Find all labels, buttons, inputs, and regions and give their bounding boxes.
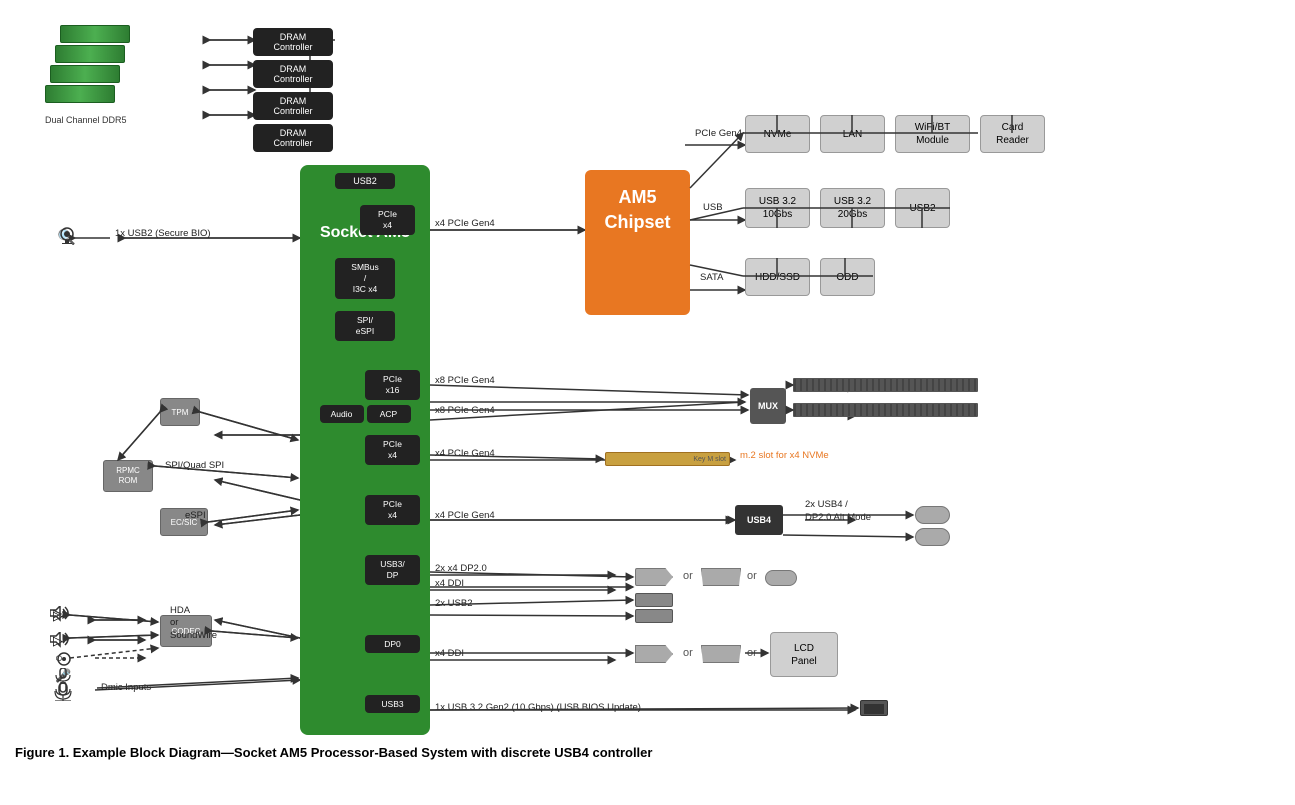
- or-label-4: or: [747, 647, 757, 659]
- or-label-3: or: [683, 647, 693, 659]
- label-usb3-bottom: 1x USB 3.2 Gen2 (10 Gbps) (USB BIOS Upda…: [435, 702, 641, 713]
- label-2x-usb2: 2x USB2: [435, 598, 473, 609]
- label-espi: eSPI: [185, 510, 206, 521]
- label-x4-pcie-nvme: x4 PCIe Gen4: [435, 448, 495, 459]
- headphone-sym: [55, 652, 73, 669]
- label-dp20: 2x x4 DP2.0: [435, 563, 487, 574]
- inner-usb3-dp: USB3/DP: [365, 555, 420, 585]
- dram-label: Dual Channel DDR5: [45, 115, 127, 125]
- inner-acp: ACP: [367, 405, 411, 423]
- lcd-panel-box: LCDPanel: [770, 632, 838, 677]
- webcam-symbol: [57, 226, 77, 247]
- dram-ctrl-3: DRAM Controller: [253, 92, 333, 120]
- label-x4-ddi-1: x4 DDI: [435, 578, 464, 589]
- mini-usb-connector: [860, 700, 888, 716]
- inner-usb3-bottom: USB3: [365, 695, 420, 713]
- or-label-2: or: [747, 570, 757, 582]
- dram-ctrl-4: DRAM Controller: [253, 124, 333, 152]
- tpm-chip: TPM: [160, 398, 200, 426]
- chipset-label: AM5Chipset: [604, 187, 670, 232]
- label-x4-pcie-usb4: x4 PCIe Gen4: [435, 510, 495, 521]
- nvme-box: NVMe: [745, 115, 810, 153]
- pcie-slot-2: [793, 403, 978, 417]
- label-spi-quad: SPI/Quad SPI: [165, 460, 224, 471]
- mux-box: MUX: [750, 388, 786, 424]
- dmic-sym: [51, 683, 75, 704]
- label-dmic: Dmic Inputs: [101, 682, 151, 693]
- inner-pcie-x4-nvme: PCIex4: [365, 435, 420, 465]
- label-x4-pcie-gen4: x4 PCIe Gen4: [435, 218, 495, 229]
- m2-slot: Key M slot: [605, 452, 730, 466]
- usb32-20-box: USB 3.220Gbs: [820, 188, 885, 228]
- pcie-slot-1: [793, 378, 978, 392]
- inner-audio: Audio: [320, 405, 364, 423]
- usb4-chip: USB4: [735, 505, 783, 535]
- or-label-1: or: [683, 570, 693, 582]
- odd-box: ODD: [820, 258, 875, 296]
- diagram: Dual Channel DDR5 DRAM Controller DRAM C…: [15, 10, 1275, 760]
- inner-dp0: DP0: [365, 635, 420, 653]
- card-reader-box: CardReader: [980, 115, 1045, 153]
- m2-label: m.2 slot for x4 NVMe: [740, 450, 829, 461]
- dram-sticks: Dual Channel DDR5: [40, 25, 210, 145]
- dram-ctrl-1: DRAM Controller: [253, 28, 333, 56]
- inner-pcie-x16: PCIex16: [365, 370, 420, 400]
- usb-connector-1: [635, 593, 673, 607]
- hdd-ssd-box: HDD/SSD: [745, 258, 810, 296]
- dp-connector-2: [635, 645, 673, 663]
- inner-pcie-x4-chipset: PCIex4: [360, 205, 415, 235]
- label-usb4-dp: 2x USB4 /DP2.0 Alt Mode: [805, 498, 871, 525]
- dp-connector-1: [635, 568, 673, 586]
- label-x8-pcie-1: x8 PCIe Gen4: [435, 375, 495, 386]
- usb32-10-box: USB 3.210Gbs: [745, 188, 810, 228]
- speaker-sym-1: [50, 606, 72, 625]
- hdmi-connector-1: [701, 568, 741, 586]
- label-x8-pcie-2: x8 PCIe Gen4: [435, 405, 495, 416]
- dram-ctrl-2: DRAM Controller: [253, 60, 333, 88]
- label-pcie-gen4-top: PCIe Gen4: [695, 128, 742, 139]
- label-usb: USB: [703, 202, 723, 213]
- inner-smbus: SMBus/I3C x4: [335, 258, 395, 299]
- usbc-connector-2: [915, 528, 950, 546]
- figure-caption: Figure 1. Example Block Diagram—Socket A…: [15, 745, 652, 760]
- usb2-chipset-box: USB2: [895, 188, 950, 228]
- label-usb2-secure: 1x USB2 (Secure BIO): [115, 228, 211, 239]
- dram-controllers: DRAM Controller DRAM Controller DRAM Con…: [253, 28, 333, 152]
- usbc-connector-1: [915, 506, 950, 524]
- label-sata: SATA: [700, 272, 723, 283]
- lan-box: LAN: [820, 115, 885, 153]
- speaker-sym-2: [50, 632, 72, 651]
- page: Dual Channel DDR5 DRAM Controller DRAM C…: [0, 0, 1295, 770]
- am5-chipset-box: AM5Chipset: [585, 170, 690, 315]
- usb-connector-2: [635, 609, 673, 623]
- inner-pcie-x4-usb4: PCIex4: [365, 495, 420, 525]
- label-hda: HDAorSoundWire: [170, 605, 217, 642]
- hdmi-connector-2: [701, 645, 741, 663]
- inner-usb2-top: USB2: [335, 173, 395, 189]
- usbc-connector-3: [765, 570, 797, 586]
- label-dp0-ddi: x4 DDI: [435, 648, 464, 659]
- rpmc-rom-chip: RPMCROM: [103, 460, 153, 492]
- wifi-bt-box: WiFi/BTModule: [895, 115, 970, 153]
- inner-spi-espi: SPI/eSPI: [335, 311, 395, 341]
